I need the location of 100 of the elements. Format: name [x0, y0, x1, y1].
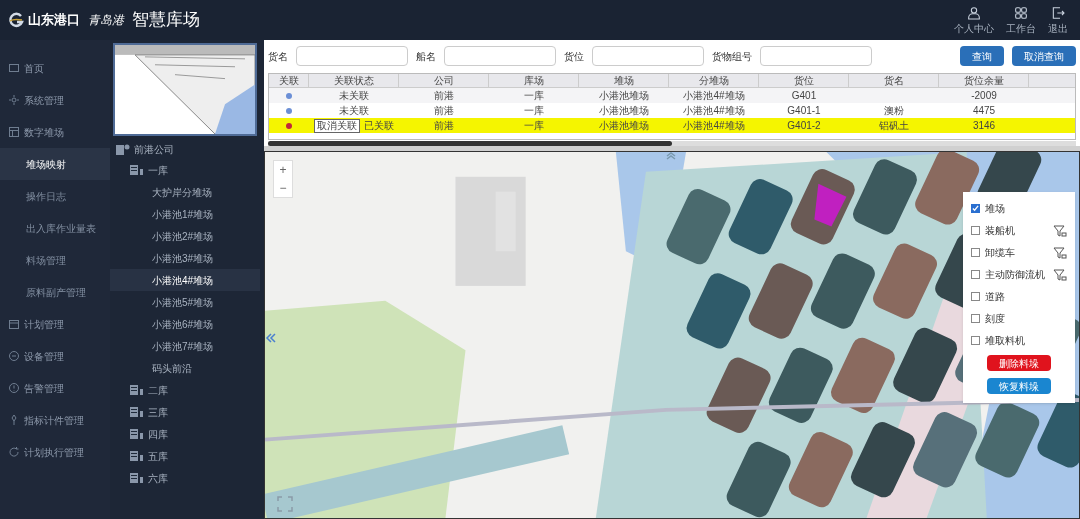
table-row[interactable]: 未关联 前港 一库 小港池堆场 小港池4#堆场 G401 -2009 — [269, 88, 1075, 103]
device-icon — [8, 350, 20, 362]
tree-leaf[interactable]: 大护岸分堆场 — [110, 181, 260, 203]
table-cell-text: 澳粉 — [884, 104, 904, 118]
sidebar-item[interactable]: 告警管理 — [0, 372, 110, 404]
tree-leaf[interactable]: 小港池7#堆场 — [110, 335, 260, 357]
sidebar-item[interactable]: 指标计件管理 — [0, 404, 110, 436]
layer-label: 堆场 — [985, 202, 1005, 216]
grid-button[interactable]: 工作台 — [1006, 4, 1036, 36]
map-view[interactable]: + − 堆场 装船机 卸缆车 主动防御流机 道路 刻度 堆取料机 删除料垛 恢复料垛 — [264, 151, 1080, 519]
table-cell-text: 小港池堆场 — [599, 89, 649, 103]
search-field[interactable] — [296, 46, 408, 66]
logout-button[interactable]: 退出 — [1048, 4, 1068, 36]
company-icon — [116, 143, 130, 155]
sidebar-item[interactable]: 首页 — [0, 52, 110, 84]
filter-icon[interactable] — [1053, 246, 1067, 259]
checkbox[interactable] — [971, 248, 980, 257]
zoom-in-button[interactable]: + — [274, 161, 292, 179]
column-header: 分堆场 — [669, 74, 759, 87]
checkbox[interactable] — [971, 270, 980, 279]
sidebar-item[interactable]: 计划执行管理 — [0, 436, 110, 468]
tree-node[interactable]: 四库 — [148, 426, 168, 442]
tree-leaf[interactable]: 小港池3#堆场 — [110, 247, 260, 269]
table-cell-text: 小港池堆场 — [599, 104, 649, 118]
column-header: 堆场 — [579, 74, 669, 87]
scrollbar-thumb[interactable] — [268, 141, 672, 146]
checkbox[interactable] — [971, 314, 980, 323]
column-header: 货位 — [759, 74, 849, 87]
tree-leaf[interactable]: 小港池6#堆场 — [110, 313, 260, 335]
checkbox[interactable] — [971, 336, 980, 345]
tree-leaf[interactable]: 小港池2#堆场 — [110, 225, 260, 247]
zoom-out-button[interactable]: − — [274, 179, 292, 197]
tree-node[interactable]: 六库 — [148, 470, 168, 486]
gear-icon — [8, 94, 20, 106]
warehouse-icon — [130, 385, 144, 395]
delete-pile-button[interactable]: 删除料垛 — [987, 355, 1051, 371]
warehouse-icon — [130, 451, 144, 461]
logout-icon — [1050, 4, 1066, 21]
table-cell-text: G401-2 — [787, 119, 821, 133]
sidebar-subitem[interactable]: 堆场映射 — [0, 148, 110, 180]
search-field[interactable] — [592, 46, 704, 66]
unlink-button[interactable]: 取消关联 — [314, 118, 360, 133]
tree-node[interactable]: 三库 — [148, 404, 168, 420]
field-label: 货位 — [564, 49, 584, 64]
layer-label: 主动防御流机 — [985, 268, 1045, 282]
search-field[interactable] — [444, 46, 556, 66]
tree-leaf[interactable]: 码头前沿 — [110, 357, 260, 379]
table-cell-text: 前港 — [434, 119, 454, 133]
checkbox[interactable] — [971, 292, 980, 301]
sidebar-subitem[interactable]: 料场管理 — [0, 244, 110, 276]
logo-text: 青岛港 — [88, 12, 124, 29]
tree-node[interactable]: 一库 — [148, 162, 168, 178]
sidebar-subitem[interactable]: 出入库作业量表 — [0, 212, 110, 244]
board-icon — [8, 126, 20, 138]
tree-node[interactable]: 二库 — [148, 382, 168, 398]
app-title: 智慧库场 — [132, 9, 200, 32]
restore-pile-button[interactable]: 恢复料垛 — [987, 378, 1051, 394]
field-label: 货物组号 — [712, 49, 752, 64]
table-cell-text: 未关联 — [339, 104, 369, 118]
tree-leaf[interactable]: 小港池4#堆场 — [110, 269, 260, 291]
search-field[interactable] — [760, 46, 872, 66]
layer-label: 堆取料机 — [985, 334, 1025, 348]
field-label: 货名 — [268, 49, 288, 64]
cancel-search-button[interactable]: 取消查询 — [1012, 46, 1076, 66]
sidebar-item[interactable]: 计划管理 — [0, 308, 110, 340]
tree-node[interactable]: 五库 — [148, 448, 168, 464]
collapse-icon[interactable] — [265, 332, 277, 344]
sidebar-item[interactable]: 数字堆场 — [0, 116, 110, 148]
table-row[interactable]: 取消关联 已关联 前港 一库 小港池堆场 小港池4#堆场 G401-2 铝矾土 3146 — [269, 118, 1075, 133]
tree-leaf[interactable]: 小港池1#堆场 — [110, 203, 260, 225]
sidebar-item[interactable]: 系统管理 — [0, 84, 110, 116]
checkbox[interactable] — [971, 204, 980, 213]
column-header: 关联 — [269, 74, 309, 87]
table-cell-text: G401 — [791, 89, 817, 103]
layer-label: 装船机 — [985, 224, 1015, 238]
table-cell-text: 4475 — [972, 104, 996, 118]
sidebar-item[interactable]: 设备管理 — [0, 340, 110, 372]
table-cell-text: 铝矾土 — [879, 119, 909, 133]
column-header: 关联状态 — [309, 74, 399, 87]
table-cell-text: G401-1 — [787, 104, 821, 118]
table-cell-text: 小港池4#堆场 — [683, 119, 745, 133]
user-icon — [966, 4, 982, 21]
tree-node[interactable]: 前港公司 — [134, 141, 174, 157]
search-button[interactable]: 查询 — [960, 46, 1004, 66]
layer-label: 刻度 — [985, 312, 1005, 326]
tree-leaf[interactable]: 小港池5#堆场 — [110, 291, 260, 313]
sidebar-subitem[interactable]: 操作日志 — [0, 180, 110, 212]
field-label: 船名 — [416, 49, 436, 64]
filter-icon[interactable] — [1053, 268, 1067, 281]
table-cell-text: 前港 — [434, 89, 454, 103]
logo-text: 山东港口 — [28, 11, 80, 30]
table-cell-text: 3146 — [972, 119, 996, 133]
column-header: 货名 — [849, 74, 939, 87]
checkbox[interactable] — [971, 226, 980, 235]
filter-icon[interactable] — [1053, 224, 1067, 237]
user-button[interactable]: 个人中心 — [954, 4, 994, 36]
sidebar-subitem[interactable]: 原料副产管理 — [0, 276, 110, 308]
warehouse-icon — [130, 165, 144, 175]
column-header: 货位余量 — [939, 74, 1029, 87]
logo-icon — [8, 12, 24, 28]
